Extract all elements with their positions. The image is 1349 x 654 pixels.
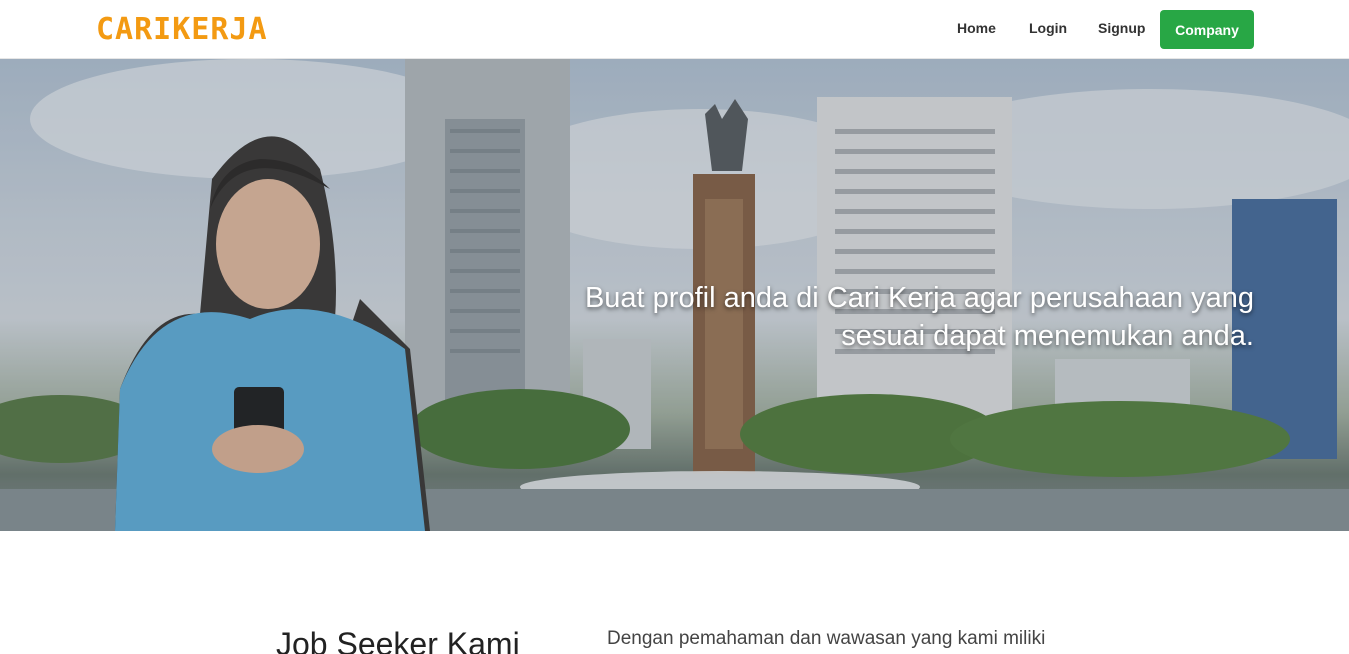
section-title: Job Seeker Kami [276,626,520,654]
nav-link-home[interactable]: Home [957,19,996,37]
hero-headline-line1: Buat profil anda di Cari Kerja agar peru… [584,282,1254,314]
nav-link-signup[interactable]: Signup [1098,19,1145,37]
hero-headline-line2: sesuai dapat menemukan anda. [841,320,1254,352]
company-button[interactable]: Company [1160,10,1254,49]
nav-link-login[interactable]: Login [1029,19,1067,37]
job-seeker-section: Job Seeker Kami Dengan pemahaman dan waw… [0,531,1349,654]
hero-banner: Buat profil anda di Cari Kerja agar peru… [0,59,1349,531]
section-description: Dengan pemahaman dan wawasan yang kami m… [607,628,1046,649]
hero-headline: Buat profil anda di Cari Kerja agar peru… [474,279,1254,355]
site-logo[interactable]: CARIKERJA [96,13,268,47]
navbar: CARIKERJA Home Login Signup Company [0,0,1349,59]
